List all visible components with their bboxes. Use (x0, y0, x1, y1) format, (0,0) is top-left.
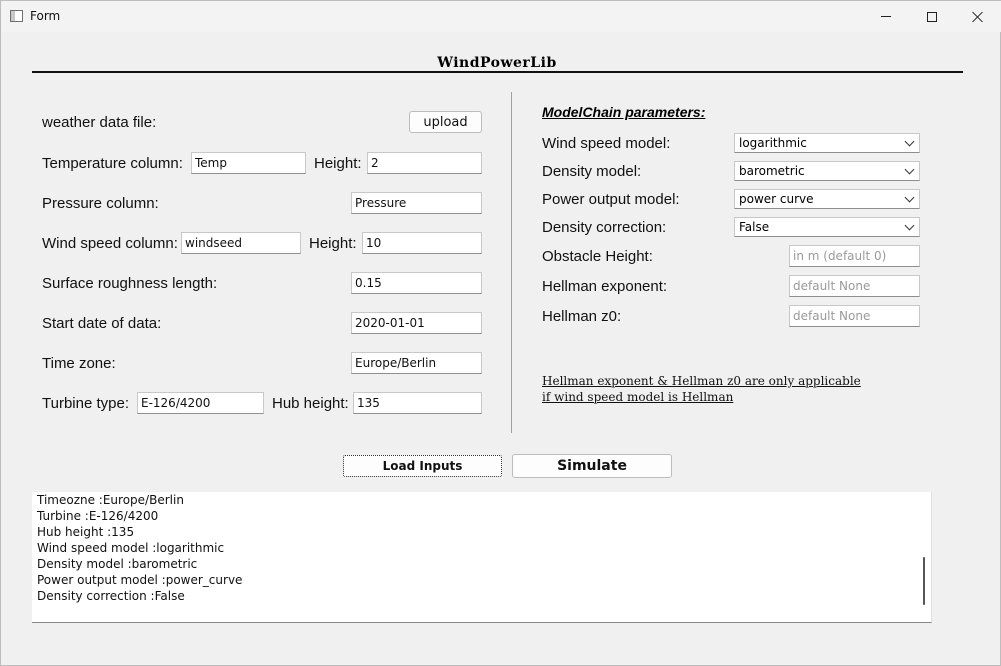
density-correction-select[interactable]: False (734, 217, 920, 237)
density-model-label: Density model: (542, 163, 642, 180)
power-output-model-value: power curve (739, 192, 814, 206)
temperature-column-label: Temperature column: (42, 155, 183, 172)
hellman-note-line-2: if wind speed model is Hellman (542, 390, 734, 404)
title-divider (32, 71, 963, 73)
temperature-column-input[interactable]: Temp (191, 152, 306, 174)
log-line: Hub height :135 (37, 525, 135, 539)
hellman-z0-input[interactable]: default None (789, 305, 920, 327)
simulate-button[interactable]: Simulate (512, 454, 672, 478)
hellman-note-line-1: Hellman exponent & Hellman z0 are only a… (542, 374, 861, 388)
window-title: Form (30, 9, 61, 23)
obstacle-height-label: Obstacle Height: (542, 248, 653, 265)
surface-roughness-label: Surface roughness length: (42, 275, 218, 292)
maximize-icon (927, 11, 937, 22)
wind-speed-column-input[interactable]: windseed (181, 232, 301, 254)
pressure-column-input[interactable]: Pressure (351, 192, 482, 214)
weather-file-label: weather data file: (42, 114, 157, 131)
density-model-select[interactable]: barometric (734, 161, 920, 181)
wind-speed-model-select[interactable]: logarithmic (734, 133, 920, 153)
temperature-height-label: Height: (314, 155, 362, 172)
log-line: Power output model :power_curve (37, 573, 243, 587)
power-output-model-select[interactable]: power curve (734, 189, 920, 209)
time-zone-input[interactable]: Europe/Berlin (351, 352, 482, 374)
title-bar: Form (1, 1, 1001, 32)
app-title: WindPowerLib (437, 55, 557, 71)
minimize-icon (881, 16, 891, 17)
maximize-button[interactable] (909, 1, 955, 32)
hellman-exponent-label: Hellman exponent: (542, 278, 668, 295)
log-line: Timeozne :Europe/Berlin (37, 493, 184, 507)
column-divider (511, 92, 512, 433)
hub-height-input[interactable]: 135 (353, 392, 482, 414)
minimize-button[interactable] (863, 1, 909, 32)
log-line: Wind speed model :logarithmic (37, 541, 225, 555)
log-line: Density correction :False (37, 589, 185, 603)
hub-height-label: Hub height: (272, 395, 349, 412)
turbine-type-label: Turbine type: (42, 395, 129, 412)
log-scrollbar[interactable] (916, 492, 931, 622)
chevron-down-icon (904, 220, 915, 231)
modelchain-section-title: ModelChain parameters: (542, 104, 706, 120)
form-window: Form WindPowerLib weather data file: upl… (0, 0, 1001, 666)
start-date-label: Start date of data: (42, 315, 162, 332)
turbine-type-input[interactable]: E-126/4200 (137, 392, 264, 414)
pressure-column-label: Pressure column: (42, 195, 159, 212)
wind-speed-model-value: logarithmic (739, 136, 807, 150)
load-inputs-button[interactable]: Load Inputs (343, 455, 502, 477)
surface-roughness-input[interactable]: 0.15 (351, 272, 482, 294)
wind-speed-height-input[interactable]: 10 (362, 232, 482, 254)
density-model-value: barometric (739, 164, 805, 178)
window-app-icon (10, 10, 23, 22)
close-button[interactable] (955, 1, 1001, 32)
hellman-z0-label: Hellman z0: (542, 308, 622, 325)
upload-button[interactable]: upload (409, 111, 482, 133)
wind-speed-column-label: Wind speed column: (42, 235, 178, 252)
hellman-exponent-input[interactable]: default None (789, 275, 920, 297)
log-lines: Timeozne :Europe/Berlin Turbine :E-126/4… (37, 492, 242, 604)
log-line: Density model :barometric (37, 557, 198, 571)
chevron-down-icon (904, 164, 915, 175)
power-output-model-label: Power output model: (542, 191, 680, 208)
scrollbar-thumb[interactable] (923, 557, 925, 605)
wind-speed-height-label: Height: (309, 235, 357, 252)
temperature-height-input[interactable]: 2 (367, 152, 482, 174)
density-correction-value: False (739, 220, 770, 234)
chevron-down-icon (904, 192, 915, 203)
close-icon (972, 11, 984, 23)
wind-speed-model-label: Wind speed model: (542, 135, 671, 152)
time-zone-label: Time zone: (42, 355, 116, 372)
chevron-down-icon (904, 136, 915, 147)
output-log[interactable]: Timeozne :Europe/Berlin Turbine :E-126/4… (32, 492, 932, 623)
start-date-input[interactable]: 2020-01-01 (351, 312, 482, 334)
log-line: Turbine :E-126/4200 (37, 509, 159, 523)
density-correction-label: Density correction: (542, 219, 667, 236)
obstacle-height-input[interactable]: in m (default 0) (789, 245, 920, 267)
